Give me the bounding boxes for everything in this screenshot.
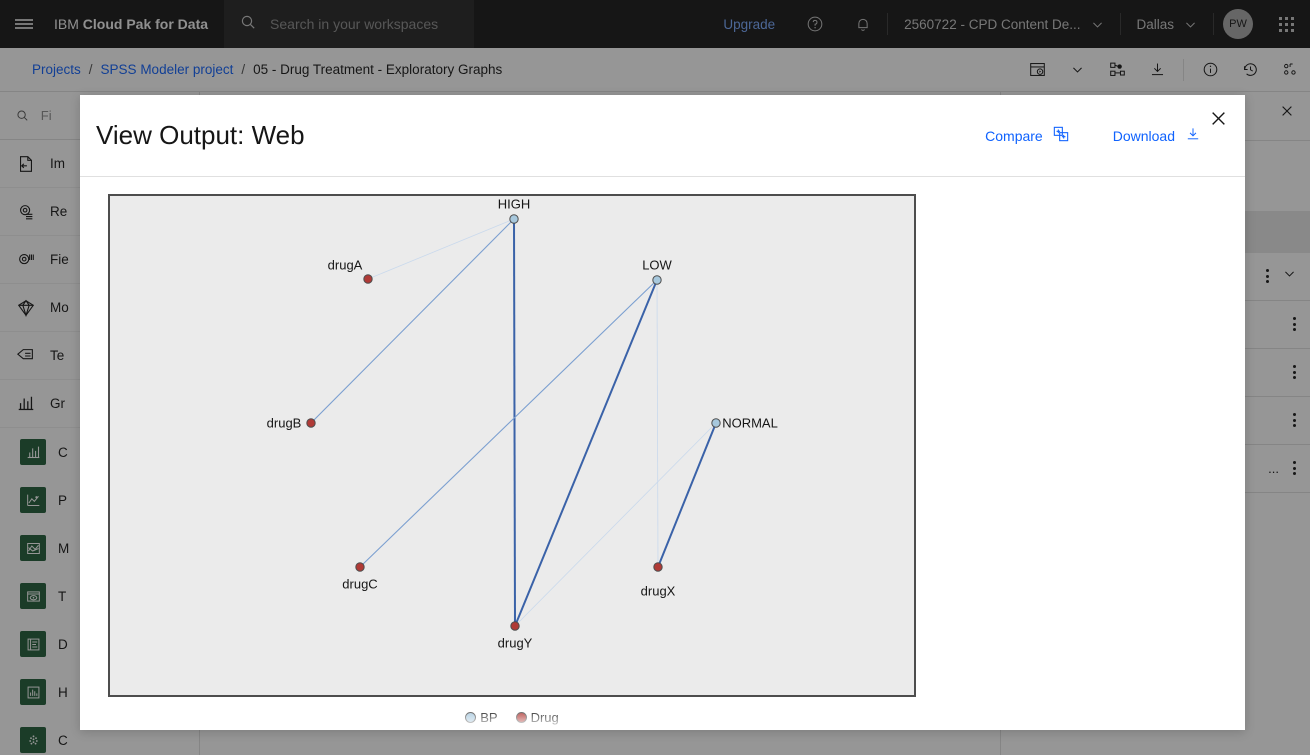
web-node-drugc[interactable] (355, 562, 365, 572)
web-link (359, 279, 658, 568)
web-link (514, 422, 717, 627)
web-link (310, 218, 515, 424)
close-icon (1211, 111, 1225, 125)
web-node-low[interactable] (652, 275, 662, 285)
web-link (513, 218, 516, 627)
web-link (657, 422, 717, 568)
web-node-drugb[interactable] (306, 418, 316, 428)
compare-button[interactable]: Compare (985, 126, 1069, 145)
scroll-fade (80, 708, 1245, 730)
web-node-label-drugy: drugY (497, 635, 533, 651)
web-graph: HIGHLOWNORMALdrugAdrugBdrugCdrugXdrugY B… (80, 177, 946, 730)
web-link (656, 279, 659, 568)
web-node-label-high: HIGH (497, 196, 531, 212)
download-icon (1185, 126, 1201, 145)
modal-body: HIGHLOWNORMALdrugAdrugBdrugCdrugXdrugY B… (80, 177, 1245, 730)
page-title: View Output: Web (96, 120, 305, 150)
web-graph-svg (306, 214, 721, 631)
web-node-normal[interactable] (711, 418, 721, 428)
web-node-druga[interactable] (363, 274, 373, 284)
download-button[interactable]: Download (1113, 126, 1201, 145)
download-label: Download (1112, 127, 1175, 144)
web-link (514, 279, 658, 627)
compare-label: Compare (985, 127, 1043, 144)
graph-plot-area: HIGH LOW NORMAL drugA drugB drugC drugX drugY (108, 194, 916, 697)
web-link (367, 218, 515, 280)
web-node-label-druga: drugA (327, 257, 363, 273)
web-node-high[interactable] (509, 214, 519, 224)
close-modal-button[interactable] (1205, 105, 1231, 131)
compare-icon (1053, 126, 1069, 145)
web-node-label-low: LOW (642, 257, 672, 273)
web-node-label-drugx: drugX (640, 583, 676, 599)
web-node-drugy[interactable] (510, 621, 520, 631)
view-output-modal: View Output: Web Compare Download HIGH L… (80, 95, 1245, 730)
web-node-label-normal: NORMAL (722, 415, 778, 431)
web-node-drugx[interactable] (653, 562, 663, 572)
web-node-label-drugb: drugB (266, 415, 302, 431)
web-node-label-drugc: drugC (342, 576, 378, 592)
modal-header: View Output: Web Compare Download (80, 95, 1245, 177)
